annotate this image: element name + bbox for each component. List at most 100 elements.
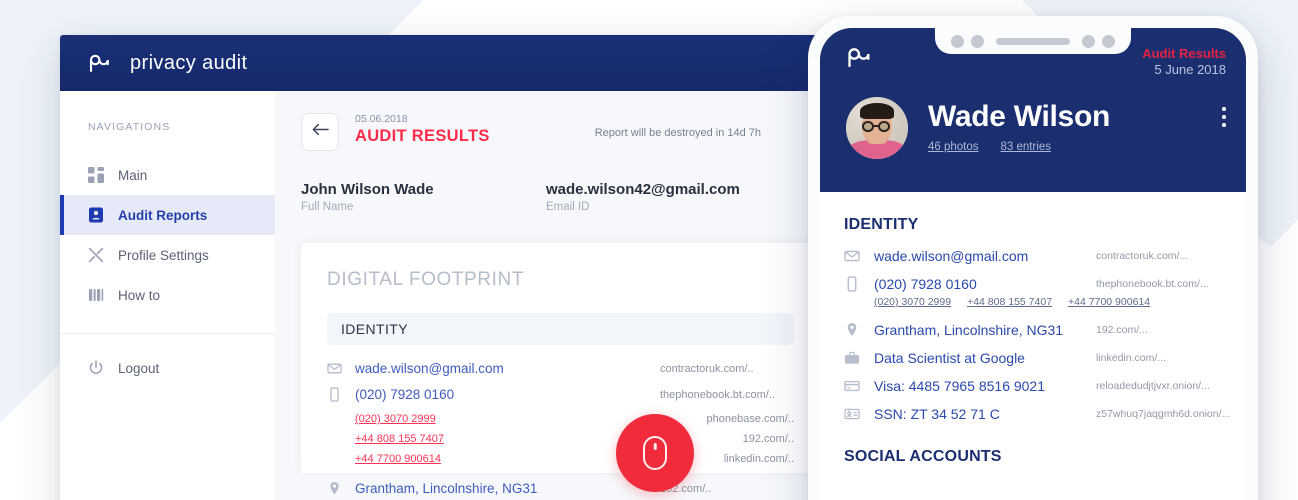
identity-section-header: IDENTITY: [327, 313, 794, 345]
sidebar-caption: NAVIGATIONS: [88, 121, 171, 133]
entry-label: (020) 7928 0160: [874, 276, 977, 292]
entry-source: 192.com/...: [1096, 324, 1148, 336]
entry-source: z57whuq7jaqgmh6d.onion/...: [1096, 408, 1231, 420]
profile-name: Wade Wilson: [928, 100, 1110, 133]
sidebar-item-main[interactable]: Main: [60, 155, 275, 195]
screenshot-root: privacy audit NAVIGATIONS Main Audit Rep…: [0, 0, 1298, 500]
list-item[interactable]: Data Scientist at Google linkedin.com/..…: [844, 350, 1224, 366]
phone-identity-title: IDENTITY: [844, 216, 919, 233]
list-item[interactable]: Grantham, Lincolnshire, NG31 192.com/...: [844, 322, 1224, 338]
list-item[interactable]: (020) 7928 0160 thephonebook.bt.com/...: [844, 276, 1224, 292]
report-heading-block: 05.06.2018 AUDIT RESULTS: [355, 113, 490, 146]
entry-source: 192.com/..: [742, 433, 794, 445]
entry-source: linkedin.com/...: [1096, 352, 1167, 364]
entry-label: Data Scientist at Google: [874, 350, 1025, 366]
list-item[interactable]: wade.wilson@gmail.com contractoruk.com/.…: [844, 248, 1224, 264]
entry-source: thephonebook.bt.com/..: [660, 388, 775, 401]
entry-label: SSN: ZT 34 52 71 C: [874, 406, 1000, 422]
back-button[interactable]: [301, 113, 339, 151]
report-date: 05.06.2018: [355, 113, 408, 125]
entry-label: wade.wilson@gmail.com: [874, 248, 1029, 264]
sidebar-item-logout[interactable]: Logout: [60, 348, 275, 388]
identity-summary: John Wilson Wade Full Name wade.wilson42…: [301, 181, 820, 213]
entry-label: Grantham, Lincolnshire, NG31: [874, 322, 1064, 338]
digital-footprint-card: DIGITAL FOOTPRINT IDENTITY wade.wilson@g…: [301, 243, 820, 496]
entries-link[interactable]: 83 entries: [1001, 141, 1052, 153]
entry-source: contractoruk.com/..: [660, 362, 754, 375]
list-item[interactable]: Grantham, Lincolnshire, NG31 192.com/..: [327, 481, 794, 496]
list-item[interactable]: wade.wilson@gmail.com contractoruk.com/.…: [327, 361, 794, 376]
email-value: wade.wilson42@gmail.com: [546, 181, 740, 198]
identity-entry-list: wade.wilson@gmail.com contractoruk.com/.…: [301, 345, 820, 500]
sidebar-item-label: Profile Settings: [118, 247, 209, 263]
alt-number[interactable]: (020) 3070 2999: [874, 296, 951, 308]
list-item[interactable]: SSN: ZT 34 52 71 C z57whuq7jaqgmh6d.onio…: [844, 406, 1230, 422]
pa-logo-icon: [88, 53, 118, 73]
full-name-value: John Wilson Wade: [301, 181, 434, 198]
audit-results-title: Audit Results: [1142, 46, 1226, 61]
sidebar-divider: [60, 333, 275, 334]
list-item[interactable]: (020) 3070 2999 phonebase.com/..: [327, 413, 794, 433]
sidebar-item-profile-settings[interactable]: Profile Settings: [60, 235, 275, 275]
alt-number[interactable]: +44 7700 900614: [355, 453, 441, 465]
report-icon: [88, 207, 104, 223]
sensor-dot-icon: [971, 34, 984, 48]
pin-icon: [844, 322, 860, 338]
destroy-note: Report will be destroyed in 14d 7h: [594, 127, 762, 139]
phone-social-title: SOCIAL ACCOUNTS: [844, 448, 1002, 465]
digital-footprint-title: DIGITAL FOOTPRINT: [327, 269, 525, 290]
sidebar-item-how-to[interactable]: How to: [60, 275, 275, 315]
sidebar-item-logout-label: Logout: [118, 360, 160, 376]
sensor-dot-icon: [1082, 34, 1095, 48]
list-item[interactable]: +44 808 155 7407 192.com/..: [327, 433, 794, 453]
sidebar-item-audit-reports[interactable]: Audit Reports: [60, 195, 275, 235]
book-icon: [88, 287, 104, 303]
arrow-left-icon: [312, 123, 329, 141]
phone-icon: [844, 276, 860, 292]
sidebar-item-label: Audit Reports: [118, 207, 208, 223]
kebab-menu-icon[interactable]: [1222, 106, 1226, 127]
audit-results-date: 5 June 2018: [1154, 62, 1226, 78]
mouse-glyph: [643, 436, 667, 470]
desktop-app-window: privacy audit NAVIGATIONS Main Audit Rep…: [60, 35, 820, 500]
tools-icon: [88, 247, 104, 263]
entry-label: (020) 7928 0160: [355, 387, 455, 402]
photos-link[interactable]: 46 photos: [928, 141, 979, 153]
alt-number[interactable]: (020) 3070 2999: [355, 413, 436, 425]
mouse-cursor-icon: [616, 414, 694, 492]
pa-logo-icon: [846, 46, 880, 68]
sidebar-item-label: How to: [118, 287, 161, 303]
desktop-topbar: privacy audit: [60, 35, 820, 91]
phone-screen: Audit Results 5 June 2018 Wade Wilson 46…: [820, 28, 1246, 500]
entry-source: phonebase.com/..: [706, 413, 794, 425]
phone-notch: [935, 28, 1131, 54]
page-title: AUDIT RESULTS: [355, 127, 490, 145]
grid-icon: [88, 167, 104, 183]
alt-number[interactable]: +44 808 155 7407: [967, 296, 1052, 308]
id-card-icon: [844, 406, 860, 422]
entry-label: wade.wilson@gmail.com: [355, 361, 504, 376]
content-header: 05.06.2018 AUDIT RESULTS Report will be …: [301, 113, 820, 151]
alt-number[interactable]: +44 808 155 7407: [355, 433, 444, 445]
sidebar: NAVIGATIONS Main Audit Reports Profile S…: [60, 91, 275, 500]
list-item[interactable]: (020) 7928 0160 thephonebook.bt.com/..: [327, 387, 794, 402]
alt-number[interactable]: +44 7700 900614: [1068, 296, 1150, 308]
card-icon: [844, 378, 860, 394]
desktop-body: NAVIGATIONS Main Audit Reports Profile S…: [60, 91, 820, 500]
list-item[interactable]: Visa: 4485 7965 8516 9021 reloadedudjtjv…: [844, 378, 1224, 394]
email-field: wade.wilson42@gmail.com Email ID: [546, 181, 740, 213]
email-label: Email ID: [546, 201, 590, 213]
entry-label: Visa: 4485 7965 8516 9021: [874, 378, 1046, 394]
entry-source: reloadedudjtjvxr.onion/...: [1096, 380, 1210, 392]
speaker-bar-icon: [996, 37, 1070, 45]
profile-links: 46 photos 83 entries: [928, 141, 1110, 153]
phone-audit-meta: Audit Results 5 June 2018: [1142, 46, 1226, 79]
full-name-field: John Wilson Wade Full Name: [301, 181, 546, 213]
power-icon: [88, 360, 104, 376]
list-item[interactable]: +44 7700 900614 linkedin.com/..: [327, 453, 794, 473]
entry-source: thephonebook.bt.com/...: [1096, 278, 1209, 290]
pin-icon: [327, 481, 342, 496]
phone-body: IDENTITY wade.wilson@gmail.com contracto…: [820, 192, 1246, 466]
phone-header: Audit Results 5 June 2018 Wade Wilson 46…: [820, 28, 1246, 192]
sensor-dot-icon: [951, 34, 964, 48]
